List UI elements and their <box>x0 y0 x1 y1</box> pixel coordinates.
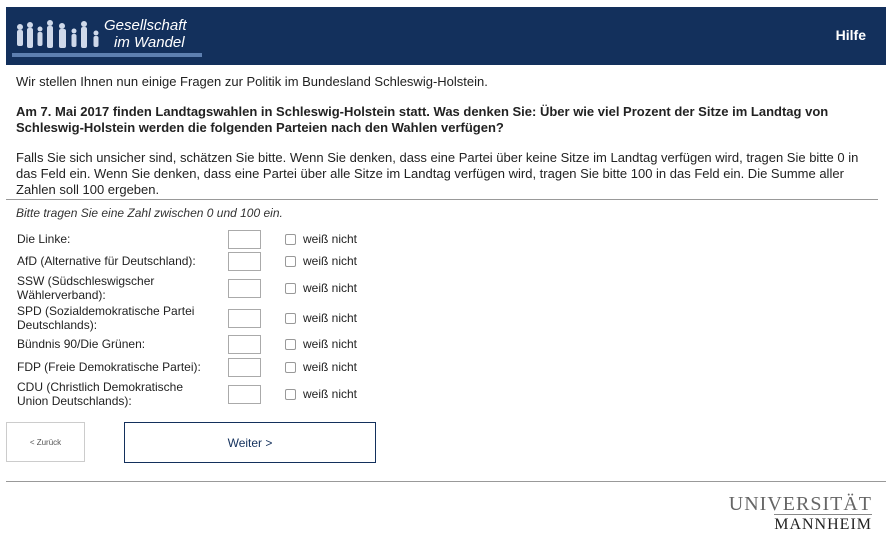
dont-know-checkbox[interactable] <box>285 234 296 245</box>
help-link[interactable]: Hilfe <box>836 27 866 43</box>
instruction-text: Falls Sie sich unsicher sind, schätzen S… <box>16 150 859 197</box>
back-button[interactable]: < Zurück <box>6 422 85 462</box>
university-logo: UNIVERSITÄT MANNHEIM <box>714 494 872 533</box>
party-percent-input[interactable] <box>228 358 261 377</box>
dont-know-label: weiß nicht <box>303 232 358 246</box>
party-label: AfD (Alternative für Deutschland): <box>17 254 196 268</box>
party-percent-input[interactable] <box>228 230 261 249</box>
party-percent-input[interactable] <box>228 309 261 328</box>
university-logo-line-1: UNIVERSITÄT <box>728 493 872 515</box>
question-text: Am 7. Mai 2017 finden Landtagswahlen in … <box>16 104 829 135</box>
logo-line-1: Gesellschaft <box>104 17 187 34</box>
party-label: FDP (Freie Demokratische Partei): <box>17 360 201 374</box>
dont-know-checkbox[interactable] <box>285 256 296 267</box>
dont-know-label: weiß nicht <box>303 281 358 295</box>
dont-know-checkbox[interactable] <box>285 362 296 373</box>
party-percent-input[interactable] <box>228 335 261 354</box>
party-label: Bündnis 90/Die Grünen: <box>17 337 146 351</box>
party-percent-input[interactable] <box>228 252 261 271</box>
dont-know-label: weiß nicht <box>303 360 358 374</box>
dont-know-label: weiß nicht <box>303 337 358 351</box>
university-logo-line-2: MANNHEIM <box>774 514 872 533</box>
divider-bottom <box>6 481 886 482</box>
next-button[interactable]: Weiter > <box>124 422 376 463</box>
header-bar: Gesellschaft im Wandel Hilfe <box>6 7 886 65</box>
logo-text: Gesellschaft im Wandel <box>104 17 187 51</box>
survey-content: Wir stellen Ihnen nun einige Fragen zur … <box>16 74 882 198</box>
dont-know-label: weiß nicht <box>303 254 358 268</box>
dont-know-checkbox[interactable] <box>285 389 296 400</box>
dont-know-checkbox[interactable] <box>285 313 296 324</box>
party-percent-input[interactable] <box>228 385 261 404</box>
party-label: SSW (Südschleswigscher Wählerverband): <box>17 274 155 302</box>
dont-know-checkbox[interactable] <box>285 339 296 350</box>
logo-line-2: im Wandel <box>114 34 185 51</box>
intro-text: Wir stellen Ihnen nun einige Fragen zur … <box>16 74 488 89</box>
party-percent-input[interactable] <box>228 279 261 298</box>
input-hint: Bitte tragen Sie eine Zahl zwischen 0 un… <box>16 206 283 220</box>
divider-top <box>6 199 878 200</box>
dont-know-label: weiß nicht <box>303 311 358 325</box>
dont-know-checkbox[interactable] <box>285 283 296 294</box>
party-label: Die Linke: <box>17 232 71 246</box>
party-label: SPD (Sozialdemokratische Partei Deutschl… <box>17 304 195 332</box>
party-label: CDU (Christlich Demokratische Union Deut… <box>17 380 184 408</box>
dont-know-label: weiß nicht <box>303 387 358 401</box>
